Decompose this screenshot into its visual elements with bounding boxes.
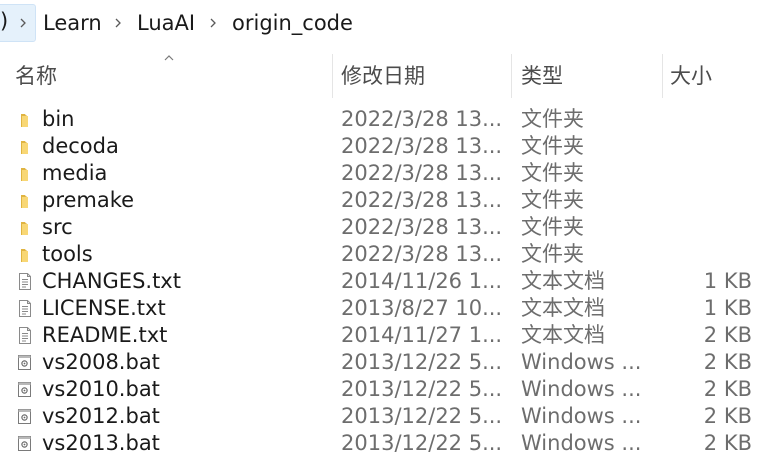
file-size: 2 KB	[703, 377, 752, 401]
file-size: 1 KB	[703, 296, 752, 320]
file-name: vs2008.bat	[42, 350, 160, 374]
breadcrumb-item-luaai[interactable]: LuaAI	[137, 10, 195, 36]
file-name: bin	[42, 107, 75, 131]
column-divider[interactable]	[662, 54, 663, 98]
sort-ascending-icon	[163, 54, 175, 62]
column-header-date[interactable]: 修改日期	[341, 62, 425, 90]
file-name: vs2013.bat	[42, 431, 160, 455]
file-row[interactable]: vs2008.bat 2013/12/22 5... Windows ... 2…	[0, 349, 771, 376]
file-type: 文件夹	[521, 215, 584, 239]
batch-file-icon	[17, 380, 33, 399]
file-size: 2 KB	[703, 431, 752, 455]
file-row[interactable]: CHANGES.txt 2014/11/26 1... 文本文档 1 KB	[0, 268, 771, 295]
file-date: 2022/3/28 13...	[341, 215, 503, 239]
column-divider[interactable]	[332, 54, 333, 98]
file-date: 2022/3/28 13...	[341, 161, 503, 185]
chevron-right-icon[interactable]	[113, 15, 123, 31]
file-size: 1 KB	[703, 269, 752, 293]
address-overflow-label: )	[0, 9, 9, 33]
batch-file-icon	[17, 353, 33, 372]
file-date: 2013/12/22 5...	[341, 350, 503, 374]
file-name: vs2012.bat	[42, 404, 160, 428]
file-name: src	[42, 215, 73, 239]
column-divider[interactable]	[511, 54, 512, 98]
file-row[interactable]: LICENSE.txt 2013/8/27 10... 文本文档 1 KB	[0, 295, 771, 322]
file-name: decoda	[42, 134, 119, 158]
file-type: Windows ...	[521, 404, 642, 428]
file-type: 文件夹	[521, 188, 584, 212]
file-type: Windows ...	[521, 350, 642, 374]
file-type: 文件夹	[521, 242, 584, 266]
breadcrumb-item-learn[interactable]: Learn	[43, 10, 102, 36]
file-name: tools	[42, 242, 93, 266]
folder-icon	[17, 191, 33, 210]
file-date: 2022/3/28 13...	[341, 134, 503, 158]
file-row[interactable]: tools 2022/3/28 13... 文件夹	[0, 241, 771, 268]
file-date: 2022/3/28 13...	[341, 242, 503, 266]
file-row[interactable]: vs2013.bat 2013/12/22 5... Windows ... 2…	[0, 430, 771, 457]
batch-file-icon	[17, 434, 33, 453]
file-type: 文本文档	[521, 269, 605, 293]
file-list: bin 2022/3/28 13... 文件夹 decoda 2022/3/28…	[0, 106, 771, 457]
file-type: 文本文档	[521, 296, 605, 320]
folder-icon	[17, 110, 33, 129]
folder-icon	[17, 164, 33, 183]
column-header-name[interactable]: 名称	[15, 62, 57, 90]
file-name: premake	[42, 188, 135, 212]
file-type: Windows ...	[521, 431, 642, 455]
file-name: vs2010.bat	[42, 377, 160, 401]
chevron-right-icon[interactable]	[208, 15, 218, 31]
file-date: 2014/11/26 1...	[341, 269, 503, 293]
text-file-icon	[17, 299, 33, 318]
file-row[interactable]: bin 2022/3/28 13... 文件夹	[0, 106, 771, 133]
file-type: 文件夹	[521, 134, 584, 158]
file-date: 2013/12/22 5...	[341, 377, 503, 401]
folder-icon	[17, 218, 33, 237]
file-size: 2 KB	[703, 404, 752, 428]
file-name: CHANGES.txt	[42, 269, 181, 293]
file-date: 2013/12/22 5...	[341, 431, 503, 455]
column-header: 名称 修改日期 类型 大小	[0, 54, 771, 98]
file-type: 文件夹	[521, 107, 584, 131]
batch-file-icon	[17, 407, 33, 426]
folder-icon	[17, 137, 33, 156]
file-size: 2 KB	[703, 323, 752, 347]
file-row[interactable]: premake 2022/3/28 13... 文件夹	[0, 187, 771, 214]
breadcrumb-item-origin-code[interactable]: origin_code	[232, 10, 353, 36]
file-date: 2014/11/27 1...	[341, 323, 503, 347]
file-type: Windows ...	[521, 377, 642, 401]
file-date: 2013/8/27 10...	[341, 296, 503, 320]
file-name: LICENSE.txt	[42, 296, 166, 320]
file-row[interactable]: media 2022/3/28 13... 文件夹	[0, 160, 771, 187]
text-file-icon	[17, 326, 33, 345]
file-name: media	[42, 161, 108, 185]
file-row[interactable]: vs2012.bat 2013/12/22 5... Windows ... 2…	[0, 403, 771, 430]
file-name: README.txt	[42, 323, 168, 347]
file-date: 2022/3/28 13...	[341, 107, 503, 131]
column-header-type[interactable]: 类型	[521, 62, 563, 90]
file-date: 2022/3/28 13...	[341, 188, 503, 212]
file-size: 2 KB	[703, 350, 752, 374]
file-row[interactable]: vs2010.bat 2013/12/22 5... Windows ... 2…	[0, 376, 771, 403]
file-type: 文本文档	[521, 323, 605, 347]
folder-icon	[17, 245, 33, 264]
file-row[interactable]: README.txt 2014/11/27 1... 文本文档 2 KB	[0, 322, 771, 349]
file-type: 文件夹	[521, 161, 584, 185]
file-explorer-window: ) Learn LuaAI origin_code 名称 修改日期 类型 大小 …	[0, 0, 771, 461]
address-bar[interactable]: ) Learn LuaAI origin_code	[0, 0, 771, 46]
file-row[interactable]: decoda 2022/3/28 13... 文件夹	[0, 133, 771, 160]
file-row[interactable]: src 2022/3/28 13... 文件夹	[0, 214, 771, 241]
file-date: 2013/12/22 5...	[341, 404, 503, 428]
text-file-icon	[17, 272, 33, 291]
column-header-size[interactable]: 大小	[670, 62, 712, 90]
chevron-right-icon[interactable]	[18, 15, 28, 31]
